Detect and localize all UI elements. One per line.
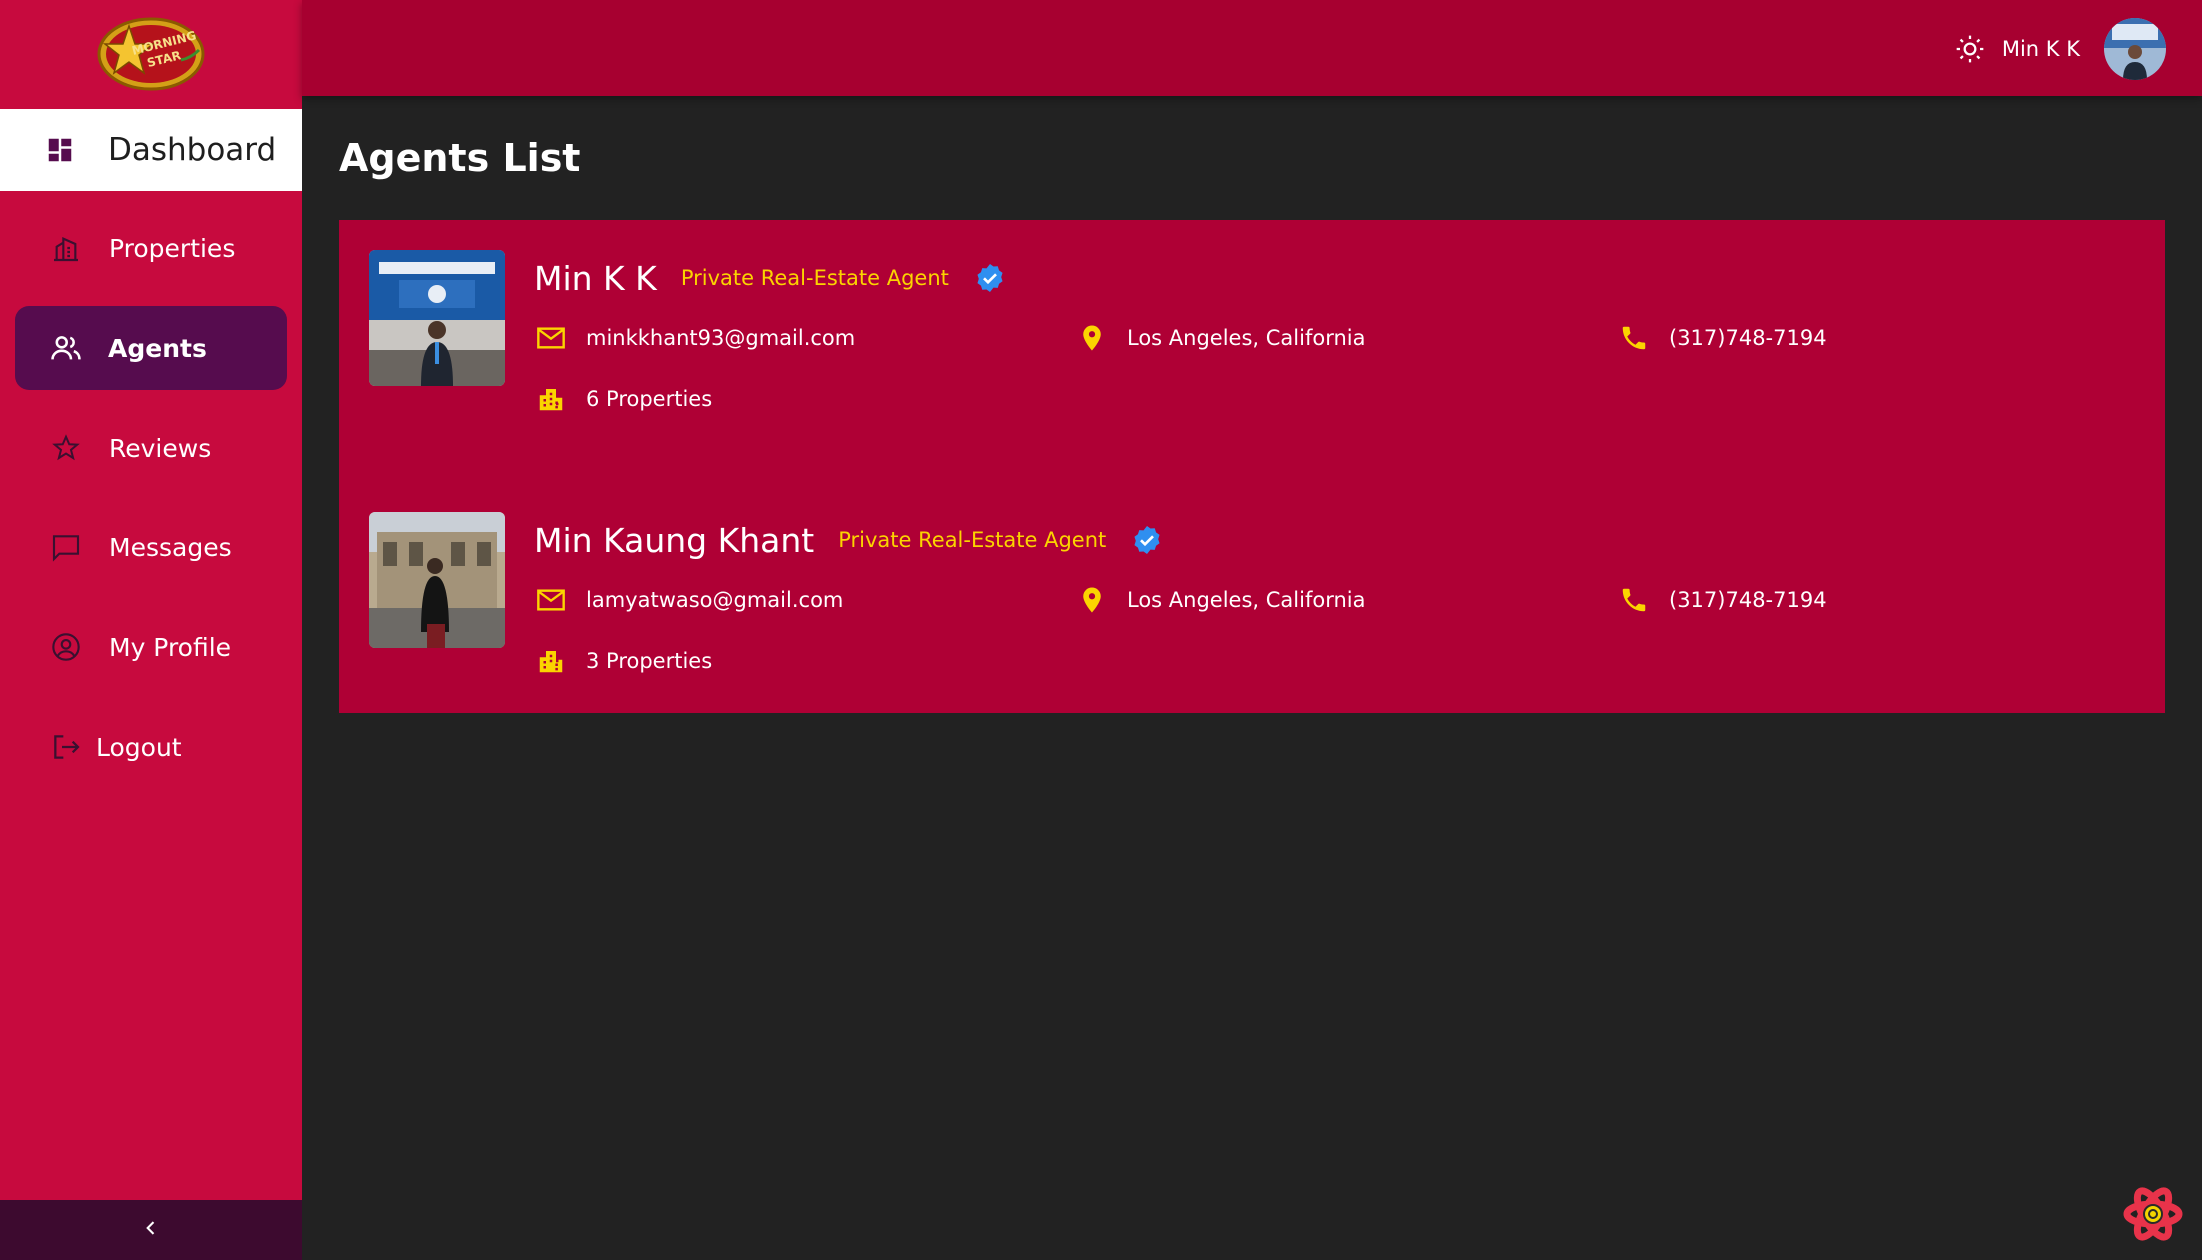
- agent-phone-text: (317)748-7194: [1669, 588, 1827, 612]
- phone-icon: [1617, 321, 1651, 355]
- sidebar-item-label: Messages: [109, 532, 232, 562]
- agent-properties-text: 6 Properties: [586, 387, 713, 411]
- logout-icon: [48, 729, 84, 765]
- react-devtools-icon[interactable]: [2123, 1184, 2183, 1244]
- sidebar-item-logout[interactable]: Logout: [0, 706, 302, 788]
- agent-location: Los Angeles, California: [1075, 582, 1366, 618]
- sidebar-item-label: Reviews: [109, 433, 212, 463]
- agent-email[interactable]: minkkhant93@gmail.com: [534, 320, 855, 356]
- email-icon: [534, 583, 568, 617]
- agents-list: Min K K Private Real-Estate Agent minkkh…: [339, 220, 2165, 713]
- building-icon: [48, 230, 84, 266]
- agent-properties: 3 Properties: [534, 643, 712, 679]
- sidebar-item-label: Properties: [109, 233, 236, 263]
- sidebar-item-label: Dashboard: [108, 132, 277, 168]
- header-user-name: Min K K: [2001, 37, 2080, 61]
- agent-location: Los Angeles, California: [1075, 320, 1366, 356]
- avatar[interactable]: [2104, 18, 2166, 80]
- agent-location-text: Los Angeles, California: [1127, 588, 1366, 612]
- top-header: Min K K: [302, 0, 2202, 96]
- sidebar-item-my-profile[interactable]: My Profile: [0, 606, 302, 688]
- sidebar-item-label: My Profile: [109, 632, 232, 662]
- people-icon: [48, 330, 84, 366]
- verified-badge-icon: [973, 261, 1007, 295]
- agent-name[interactable]: Min K K: [534, 259, 657, 298]
- buildings-icon: [534, 382, 568, 416]
- sidebar-item-reviews[interactable]: Reviews: [0, 407, 302, 489]
- agent-name[interactable]: Min Kaung Khant: [534, 521, 814, 560]
- agent-phone[interactable]: (317)748-7194: [1617, 320, 1827, 356]
- morning-star-logo[interactable]: MORNING STAR: [95, 14, 207, 94]
- sidebar-item-label: Logout: [96, 732, 182, 762]
- sidebar-item-agents[interactable]: Agents: [15, 306, 287, 390]
- agent-email[interactable]: lamyatwaso@gmail.com: [534, 582, 843, 618]
- star-icon: [48, 430, 84, 466]
- agent-role: Private Real-Estate Agent: [680, 266, 949, 290]
- sun-icon[interactable]: [1952, 31, 1988, 67]
- agent-email-text: minkkhant93@gmail.com: [586, 326, 856, 350]
- location-pin-icon: [1075, 321, 1109, 355]
- agent-location-text: Los Angeles, California: [1127, 326, 1366, 350]
- logo-area[interactable]: MORNING STAR: [0, 0, 302, 108]
- verified-badge-icon: [1130, 523, 1164, 557]
- agent-phone-text: (317)748-7194: [1669, 326, 1827, 350]
- chevron-left-icon: [141, 1218, 161, 1242]
- sidebar-item-messages[interactable]: Messages: [0, 506, 302, 588]
- email-icon: [534, 321, 568, 355]
- agent-card[interactable]: Min Kaung Khant Private Real-Estate Agen…: [369, 512, 2149, 712]
- agent-role: Private Real-Estate Agent: [838, 528, 1107, 552]
- sidebar: MORNING STAR Dashboard Properties Agents…: [0, 0, 302, 1260]
- location-pin-icon: [1075, 583, 1109, 617]
- agent-properties-text: 3 Properties: [586, 649, 713, 673]
- agent-email-text: lamyatwaso@gmail.com: [586, 588, 844, 612]
- account-circle-icon: [48, 629, 84, 665]
- chat-icon: [48, 529, 84, 565]
- sidebar-item-dashboard[interactable]: Dashboard: [0, 109, 302, 191]
- agent-card[interactable]: Min K K Private Real-Estate Agent minkkh…: [369, 250, 2149, 450]
- agent-phone[interactable]: (317)748-7194: [1617, 582, 1827, 618]
- buildings-icon: [534, 644, 568, 678]
- page-title: Agents List: [339, 136, 581, 180]
- sidebar-collapse-button[interactable]: [0, 1200, 302, 1260]
- dashboard-icon: [42, 132, 78, 168]
- phone-icon: [1617, 583, 1651, 617]
- agent-photo[interactable]: [369, 250, 505, 386]
- sidebar-item-properties[interactable]: Properties: [0, 207, 302, 289]
- agent-photo[interactable]: [369, 512, 505, 648]
- sidebar-item-label: Agents: [108, 333, 207, 363]
- agent-properties: 6 Properties: [534, 381, 712, 417]
